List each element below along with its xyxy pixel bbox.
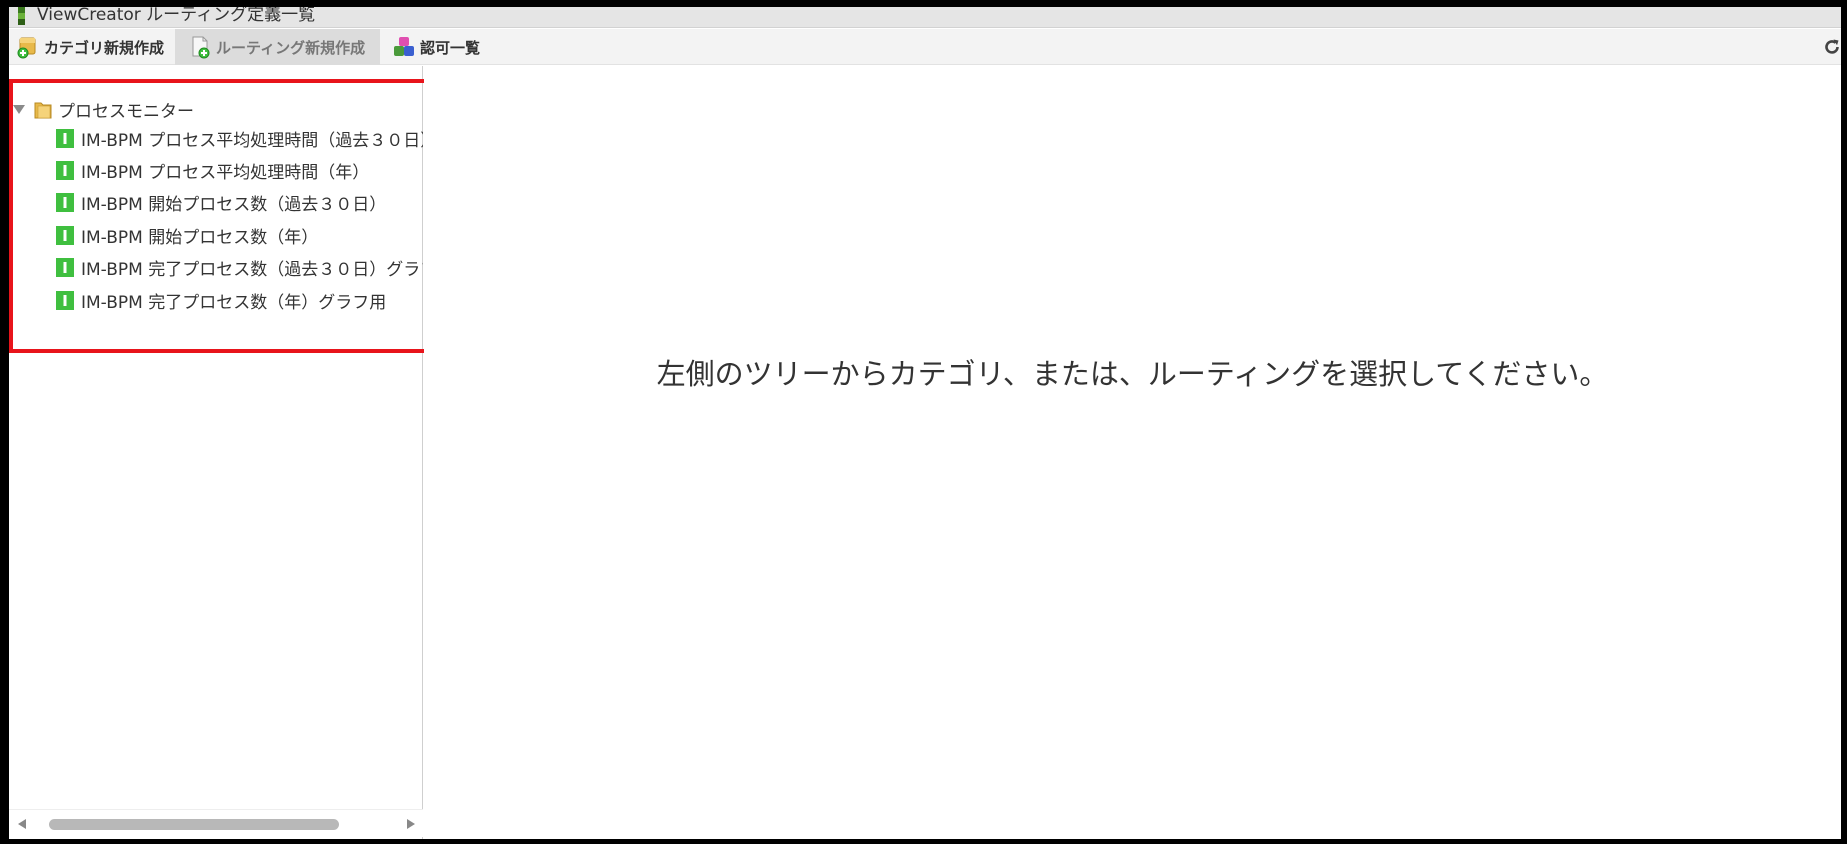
- tree-node-process-monitor[interactable]: プロセスモニター: [12, 95, 194, 123]
- app-icon: [18, 7, 25, 25]
- toolbar: カテゴリ新規作成 ルーティング新規作成 認可一覧: [9, 29, 1841, 65]
- app-window: ViewCreator ルーティング定義一覧 カテゴリ新規作成 ルーティング新規…: [9, 7, 1841, 839]
- category-add-icon: [17, 37, 36, 59]
- expand-arrow-icon[interactable]: [12, 102, 26, 116]
- routing-item-icon: [56, 160, 74, 180]
- tree-item[interactable]: IM-BPM プロセス平均処理時間（年）: [56, 156, 369, 184]
- window-title: ViewCreator ルーティング定義一覧: [37, 7, 316, 25]
- routing-tree-panel: プロセスモニター IM-BPM プロセス平均処理時間（過去３０日） IM-BPM…: [9, 66, 433, 839]
- category-new-label: カテゴリ新規作成: [44, 38, 165, 57]
- tree-item-label: IM-BPM プロセス平均処理時間（過去３０日）: [81, 130, 423, 151]
- routing-new-label: ルーティング新規作成: [216, 38, 366, 57]
- tree-item[interactable]: IM-BPM プロセス平均処理時間（過去３０日）: [56, 124, 423, 152]
- scroll-left-icon[interactable]: [16, 818, 28, 830]
- scroll-right-icon[interactable]: [405, 818, 417, 830]
- empty-selection-message: 左側のツリーからカテゴリ、または、ルーティングを選択してください。: [656, 357, 1609, 391]
- scrollbar-thumb[interactable]: [49, 819, 339, 830]
- main-content: 左側のツリーからカテゴリ、または、ルーティングを選択してください。: [424, 66, 1841, 839]
- tree-item-label: IM-BPM プロセス平均処理時間（年）: [81, 162, 370, 183]
- horizontal-scrollbar[interactable]: [9, 809, 423, 837]
- routing-add-icon: [192, 36, 210, 59]
- authorization-icon: [394, 37, 414, 56]
- tree-item[interactable]: IM-BPM 完了プロセス数（年）グラフ用: [56, 286, 386, 314]
- refresh-icon[interactable]: [1823, 38, 1841, 56]
- authorization-list-button[interactable]: 認可一覧: [393, 29, 503, 65]
- tree-item[interactable]: IM-BPM 開始プロセス数（過去３０日）: [56, 188, 386, 216]
- tree-item-label: IM-BPM 開始プロセス数（過去３０日）: [81, 194, 387, 215]
- tree-item[interactable]: IM-BPM 完了プロセス数（過去３０日）グラフ用: [56, 253, 423, 281]
- routing-item-icon: [56, 225, 74, 245]
- folder-icon: [34, 102, 52, 118]
- routing-item-icon: [56, 290, 74, 310]
- routing-item-icon: [56, 128, 74, 148]
- category-new-button[interactable]: カテゴリ新規作成: [14, 29, 178, 65]
- routing-new-button[interactable]: ルーティング新規作成: [175, 29, 380, 65]
- tree-item-label: IM-BPM 開始プロセス数（年）: [81, 227, 319, 248]
- tree-item-label: IM-BPM 完了プロセス数（過去３０日）グラフ用: [81, 259, 423, 280]
- tree-item-label: IM-BPM 完了プロセス数（年）グラフ用: [81, 292, 387, 313]
- title-bar: ViewCreator ルーティング定義一覧: [9, 7, 1841, 28]
- authorization-list-label: 認可一覧: [420, 38, 481, 57]
- routing-item-icon: [56, 192, 74, 212]
- tree-item[interactable]: IM-BPM 開始プロセス数（年）: [56, 221, 318, 249]
- routing-item-icon: [56, 257, 74, 277]
- tree-content: プロセスモニター IM-BPM プロセス平均処理時間（過去３０日） IM-BPM…: [9, 66, 423, 839]
- tree-node-label: プロセスモニター: [58, 101, 194, 122]
